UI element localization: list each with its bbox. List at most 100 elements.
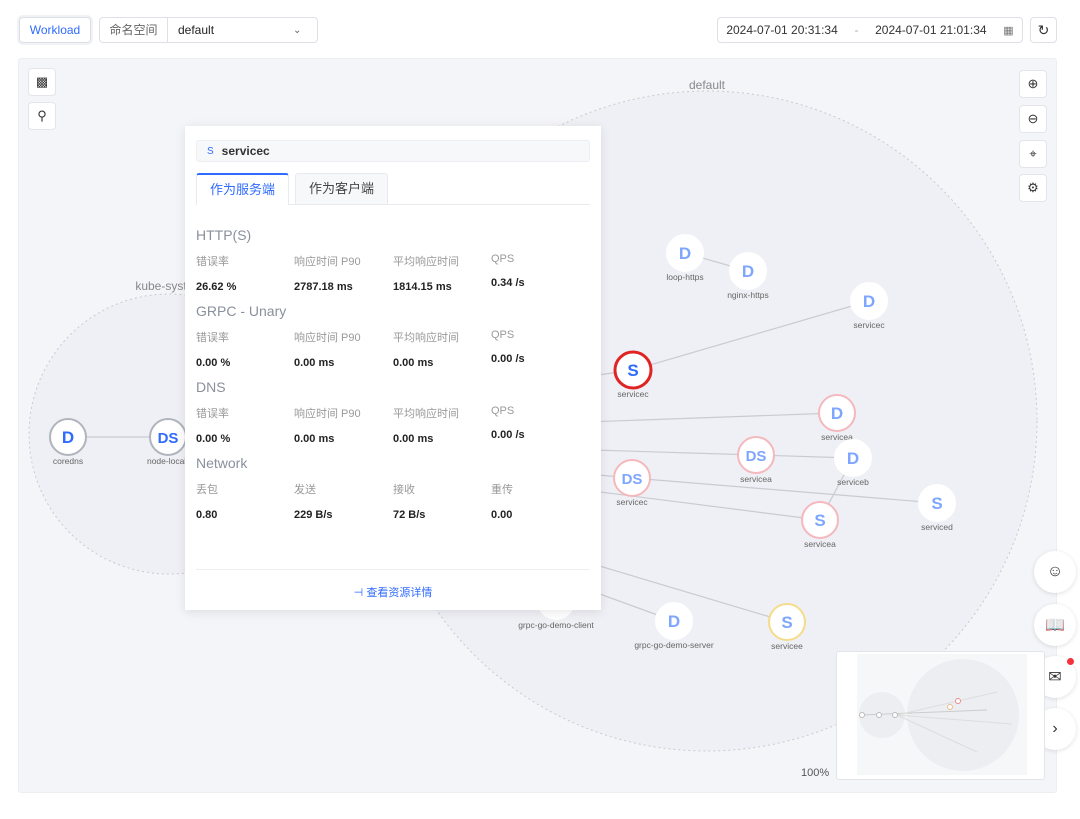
metric-cell: 错误率 26.62 % [196, 253, 294, 293]
crosshair-icon: ⌖ [1029, 146, 1037, 161]
section-title: DNS [196, 379, 226, 395]
metric-section: HTTP(S) 错误率 26.62 % 响应时间 P90 2787.18 ms 平均响应时… [196, 227, 590, 293]
settings-button[interactable]: ⚙ [1019, 174, 1047, 202]
node-label: loop-https [666, 272, 703, 282]
headset-icon: ☺ [1046, 563, 1064, 580]
zoom-level: 100% [801, 767, 830, 779]
chevron-right-icon: › [1052, 720, 1058, 737]
metric-cell: 重传 0.00 [491, 481, 589, 521]
metric-label: 平均响应时间 [393, 256, 459, 268]
metric-section: GRPC - Unary 错误率 0.00 % 响应时间 P90 0.00 ms 平均响应… [196, 303, 590, 369]
zoom-out-button[interactable]: ⊖ [1019, 105, 1047, 133]
workload-button[interactable]: Workload [19, 17, 91, 43]
metric-value: 0.00 % [196, 357, 231, 369]
detail-link-label: 查看资源详情 [366, 587, 433, 599]
group-label: default [689, 78, 726, 92]
metric-section: Network 丢包 0.80 发送 229 B/s 接收 72 B/s 重传 0.00 [196, 455, 590, 521]
section-title: Network [196, 455, 248, 471]
namespace-select[interactable]: 命名空间 default ⌄ [99, 17, 318, 43]
node-label: servicec [617, 389, 649, 399]
notification-dot [1067, 658, 1074, 665]
metric-value: 72 B/s [393, 509, 426, 521]
node-label: node-local- [147, 456, 189, 466]
metric-cell: 发送 229 B/s [294, 481, 393, 521]
metric-value: 0.00 /s [491, 429, 525, 441]
metric-value: 0.34 /s [491, 277, 525, 289]
metric-cell: QPS 0.34 /s [491, 253, 589, 293]
metric-value: 0.00 % [196, 433, 231, 445]
metric-value: 0.00 ms [393, 357, 434, 369]
metric-label: 错误率 [196, 332, 229, 344]
view-resource-detail-link[interactable]: ⊣ 查看资源详情 [196, 569, 590, 600]
metric-label: 接收 [393, 484, 415, 496]
metric-label: 发送 [294, 484, 316, 496]
metric-value: 0.80 [196, 509, 218, 521]
group-label: kube-syst [135, 279, 187, 293]
tab-as-server[interactable]: 作为服务端 [196, 173, 290, 205]
metric-label: 错误率 [196, 408, 229, 420]
node-label: servicea [740, 474, 772, 484]
node-kind-badge: S [207, 145, 214, 157]
metric-value: 1814.15 ms [393, 281, 452, 293]
locate-button[interactable]: ⌖ [1019, 140, 1047, 168]
metric-value: 0.00 /s [491, 353, 525, 365]
minimap[interactable] [836, 651, 1045, 780]
node-type-badge: D [863, 292, 875, 311]
metric-cell: 错误率 0.00 % [196, 329, 294, 369]
metric-label: 错误率 [196, 256, 229, 268]
node-type-badge: D [679, 244, 691, 263]
section-title: HTTP(S) [196, 227, 252, 243]
node-type-badge: D [831, 404, 843, 423]
node-type-badge: D [742, 262, 754, 281]
chart-toggle-button[interactable]: ▩ [28, 68, 56, 96]
node-label: grpc-go-demo-server [634, 640, 714, 650]
node-label: serviced [921, 522, 953, 532]
time-range-picker[interactable]: 2024-07-01 20:31:34 - 2024-07-01 21:01:3… [717, 17, 1023, 43]
node-type-badge: S [814, 511, 825, 530]
docs-button[interactable]: 📖 [1034, 604, 1076, 646]
node-type-badge: D [847, 449, 859, 468]
search-button[interactable]: ⚲ [28, 102, 56, 130]
metric-value: 0.00 [491, 509, 513, 521]
metric-cell: 平均响应时间 1814.15 ms [393, 253, 491, 293]
metric-label: 重传 [491, 484, 513, 496]
gear-icon: ⚙ [1027, 180, 1039, 195]
zoom-in-icon: ⊕ [1027, 76, 1039, 91]
metric-cell: 平均响应时间 0.00 ms [393, 329, 491, 369]
metric-cell: QPS 0.00 /s [491, 405, 589, 445]
metric-label: 响应时间 P90 [294, 256, 361, 268]
zoom-out-icon: ⊖ [1027, 111, 1039, 126]
time-end: 2024-07-01 21:01:34 [875, 23, 987, 37]
node-type-badge: D [668, 612, 680, 631]
metric-cell: 响应时间 P90 0.00 ms [294, 329, 393, 369]
refresh-button[interactable]: ↻ [1030, 17, 1057, 43]
metric-label: QPS [491, 253, 515, 265]
tab-as-client[interactable]: 作为客户端 [295, 173, 389, 204]
metric-value: 0.00 ms [393, 433, 434, 445]
namespace-value: default [178, 23, 215, 37]
node-type-badge: DS [158, 430, 179, 447]
zoom-in-button[interactable]: ⊕ [1019, 70, 1047, 98]
metric-cell: 接收 72 B/s [393, 481, 491, 521]
role-tabs: 作为服务端 作为客户端 [196, 173, 590, 205]
search-icon: ⚲ [37, 108, 47, 123]
popup-header: S servicec [196, 140, 590, 162]
book-icon: 📖 [1045, 617, 1065, 634]
node-label: nginx-https [727, 290, 769, 300]
section-title: GRPC - Unary [196, 303, 287, 319]
time-start: 2024-07-01 20:31:34 [726, 23, 838, 37]
metric-value: 26.62 % [196, 281, 237, 293]
calendar-icon: ▦ [1003, 24, 1014, 37]
node-detail-popup: S servicec 作为服务端 作为客户端 HTTP(S) 错误率 26.62 %… [185, 126, 601, 610]
node-label: servicec [616, 497, 648, 507]
metric-label: 平均响应时间 [393, 332, 459, 344]
message-icon: ✉ [1048, 669, 1062, 686]
support-button[interactable]: ☺ [1034, 551, 1076, 593]
node-type-badge: S [627, 361, 638, 380]
namespace-label: 命名空间 [100, 18, 168, 42]
metric-label: 响应时间 P90 [294, 332, 361, 344]
node-type-badge: S [931, 494, 942, 513]
metric-label: 平均响应时间 [393, 408, 459, 420]
metric-cell: 平均响应时间 0.00 ms [393, 405, 491, 445]
metric-section: DNS 错误率 0.00 % 响应时间 P90 0.00 ms 平均响应时间 0.00 ms… [196, 379, 590, 445]
